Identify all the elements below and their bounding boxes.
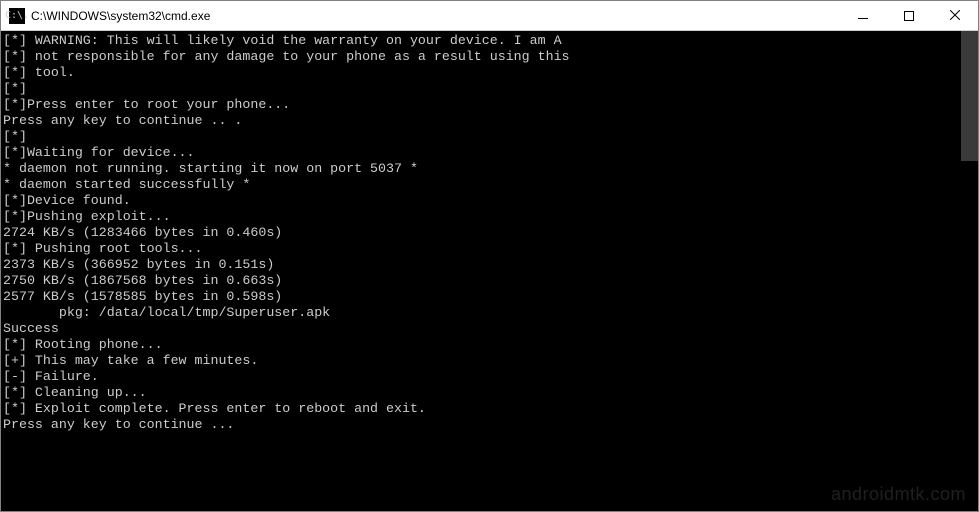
console-area[interactable]: [*] WARNING: This will likely void the w… <box>1 31 978 511</box>
minimize-icon <box>858 18 868 19</box>
window-controls <box>840 1 978 30</box>
cmd-window: C:\. C:\WINDOWS\system32\cmd.exe [*] WAR… <box>0 0 979 512</box>
scrollbar-track[interactable] <box>961 31 978 511</box>
window-title: C:\WINDOWS\system32\cmd.exe <box>31 9 840 23</box>
minimize-button[interactable] <box>840 1 886 30</box>
watermark: androidmtk.com <box>831 484 966 505</box>
close-button[interactable] <box>932 1 978 30</box>
maximize-button[interactable] <box>886 1 932 30</box>
scrollbar-thumb[interactable] <box>961 31 978 161</box>
console-output: [*] WARNING: This will likely void the w… <box>1 31 978 433</box>
titlebar[interactable]: C:\. C:\WINDOWS\system32\cmd.exe <box>1 1 978 31</box>
cmd-icon: C:\. <box>9 8 25 24</box>
maximize-icon <box>904 11 914 21</box>
close-icon <box>950 7 960 25</box>
